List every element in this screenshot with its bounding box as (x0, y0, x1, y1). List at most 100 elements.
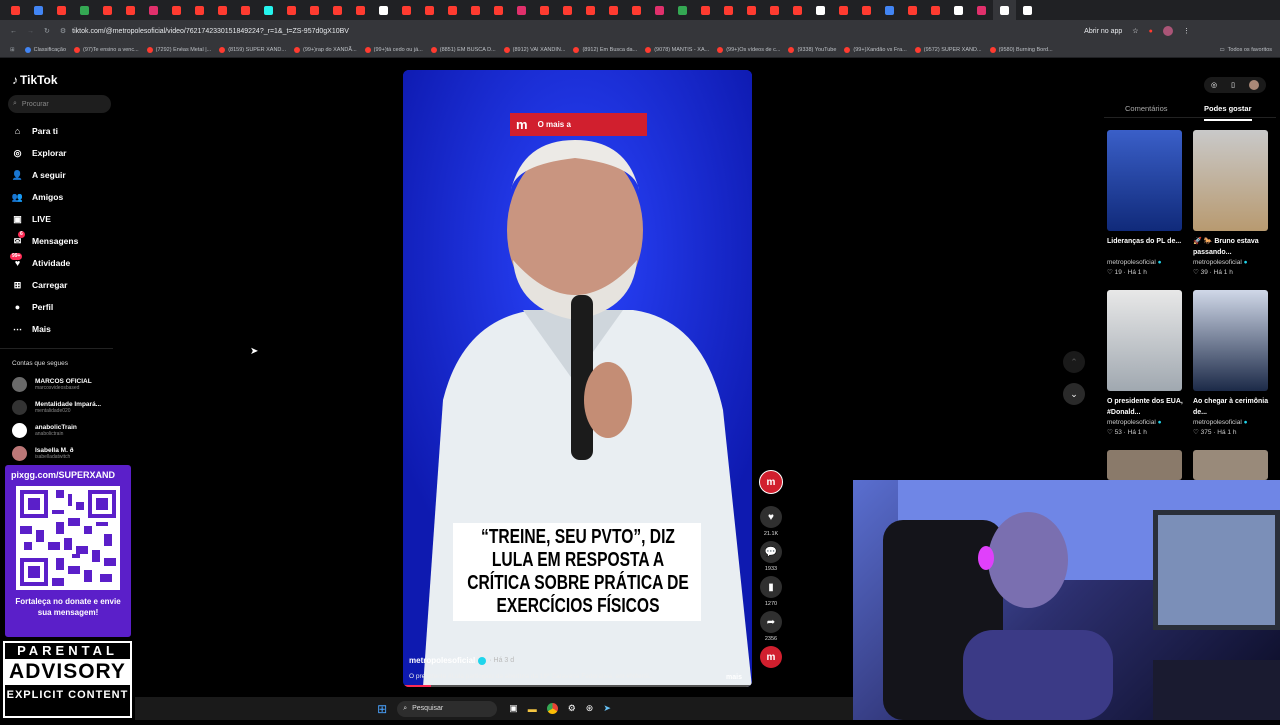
browser-tab[interactable] (464, 0, 487, 20)
bookmark-item[interactable]: (99+)rap do XANDÃ... (294, 46, 357, 53)
browser-tab[interactable] (579, 0, 602, 20)
browser-tab[interactable] (188, 0, 211, 20)
browser-tab[interactable] (763, 0, 786, 20)
suggested-video-card[interactable]: Lideranças do PL de... metropolesoficial … (1107, 130, 1183, 276)
browser-tab[interactable] (418, 0, 441, 20)
browser-tab[interactable] (625, 0, 648, 20)
bookmark-item[interactable]: (7292) Enéas Metal |... (146, 46, 211, 53)
comment-button[interactable]: 💬 1933 (757, 541, 785, 572)
browser-tab[interactable] (832, 0, 855, 20)
nav-item-explorar[interactable]: ◎ Explorar (0, 142, 135, 164)
site-info-icon[interactable]: ⚙ (60, 27, 66, 35)
all-favorites-button[interactable]: ▭ Todos os favoritos (1219, 47, 1272, 53)
following-account[interactable]: Isabella M. ð isabelladatwitch (0, 442, 135, 465)
nav-item-mensagens[interactable]: ✉ Mensagens 6 (0, 230, 135, 252)
browser-tab[interactable] (924, 0, 947, 20)
search-input[interactable]: ⌕ Procurar (8, 95, 111, 113)
browser-tab[interactable] (602, 0, 625, 20)
share-button[interactable]: ➦ 2356 (757, 611, 785, 642)
bookmark-item[interactable]: (8912) Em Busca da... (573, 46, 637, 53)
following-account[interactable]: anabolicTrain anabolictrain (0, 419, 135, 442)
browser-tab[interactable] (947, 0, 970, 20)
more-button[interactable]: mais (726, 674, 742, 681)
user-avatar[interactable] (1248, 80, 1259, 90)
browser-tab[interactable] (671, 0, 694, 20)
browser-tab[interactable] (533, 0, 556, 20)
nav-item-para-ti[interactable]: ⌂ Para ti (0, 120, 135, 142)
bookmark-item[interactable]: (99+)Xandão vs Fra... (844, 46, 907, 53)
bookmark-item[interactable]: (8912) VAI XANDIN... (503, 46, 565, 53)
browser-tab[interactable] (717, 0, 740, 20)
browser-tab[interactable] (234, 0, 257, 20)
back-icon[interactable]: ← (10, 28, 17, 35)
browser-tab[interactable] (142, 0, 165, 20)
browser-tab[interactable] (878, 0, 901, 20)
next-video-button[interactable]: ⌄ (1063, 383, 1085, 405)
browser-tab[interactable] (349, 0, 372, 20)
video-author-link[interactable]: metropolesoficial (409, 656, 475, 665)
browser-tab[interactable] (740, 0, 763, 20)
open-in-app-button[interactable]: Abrir no app (1084, 28, 1122, 35)
browser-tab[interactable] (441, 0, 464, 20)
following-account[interactable]: Mentalidade Impará... mentalidade020 (0, 396, 135, 419)
save-button[interactable]: ▮ 1270 (757, 576, 785, 607)
forward-icon[interactable]: → (27, 28, 34, 35)
windows-start-icon[interactable]: ⊞ (377, 702, 387, 716)
browser-tab[interactable] (1016, 0, 1039, 20)
browser-tab[interactable] (73, 0, 96, 20)
nav-item-a-seguir[interactable]: 👤 A seguir (0, 164, 135, 186)
nav-item-perfil[interactable]: ● Perfil (0, 296, 135, 318)
url-field[interactable]: tiktok.com/@metropolesoficial/video/7621… (72, 28, 1072, 35)
browser-tab[interactable] (50, 0, 73, 20)
browser-tab[interactable] (326, 0, 349, 20)
menu-icon[interactable]: ⋮ (1183, 27, 1190, 35)
bookmark-item[interactable]: (99+)tá cedo ou já... (364, 46, 423, 53)
like-button[interactable]: ♥ 21.1K (757, 506, 785, 537)
suggested-video-card[interactable]: 🚀 🐎 Bruno estava passando... metropolesof… (1193, 130, 1269, 276)
bookmark-item[interactable]: (9572) SUPER XAND... (914, 46, 982, 53)
browser-tab[interactable] (372, 0, 395, 20)
browser-tab[interactable] (165, 0, 188, 20)
browser-tab[interactable] (487, 0, 510, 20)
author-avatar-button[interactable]: m (757, 470, 785, 494)
browser-tab[interactable] (280, 0, 303, 20)
browser-tab[interactable] (993, 0, 1016, 20)
browser-tab[interactable] (96, 0, 119, 20)
bookmark-item[interactable]: Classificação (24, 46, 66, 53)
browser-tab[interactable] (809, 0, 832, 20)
tiktok-logo[interactable]: ♪ TikTok (0, 58, 135, 88)
tab-suggestions[interactable]: Podes gostar (1204, 104, 1252, 121)
bookmark-item[interactable]: (97)Te ensino a venc... (74, 46, 139, 53)
nav-item-carregar[interactable]: ⊞ Carregar (0, 274, 135, 296)
bookmark-item[interactable]: (9338) YouTube (788, 46, 836, 53)
settings-icon[interactable]: ⚙ (568, 703, 576, 714)
suggested-video-card[interactable]: O presidente dos EUA, #Donald... metropol… (1107, 290, 1183, 436)
following-account[interactable]: MARCOS OFICIAL marcosvideosbased (0, 373, 135, 396)
browser-tab[interactable] (786, 0, 809, 20)
browser-tab[interactable] (303, 0, 326, 20)
apps-icon[interactable]: ⊞ (10, 47, 15, 53)
chrome-icon[interactable] (546, 703, 558, 714)
app-icon[interactable]: ⊛ (586, 703, 594, 714)
video-player[interactable]: m O mais a “TREINE, SEU PVTO”, DIZ LULA … (403, 70, 752, 687)
music-disc-button[interactable]: m (757, 646, 785, 668)
nav-item-live[interactable]: ▣ LIVE (0, 208, 135, 230)
task-view-icon[interactable]: ▣ (509, 703, 518, 714)
extension-icon[interactable]: ● (1149, 28, 1153, 35)
browser-tab[interactable] (901, 0, 924, 20)
steam-icon[interactable]: ➤ (603, 703, 611, 714)
profile-avatar[interactable] (1162, 26, 1173, 36)
bookmark-item[interactable]: (99+)Os vídeos de c... (717, 46, 780, 53)
suggested-video-card[interactable]: Ao chegar à cerimônia de... metropolesofi… (1193, 290, 1269, 436)
tab-comments[interactable]: Comentários (1125, 104, 1168, 113)
bookmark-star-icon[interactable]: ☆ (1132, 27, 1138, 35)
compass-icon[interactable]: ◎ (1211, 81, 1217, 89)
browser-tab[interactable] (970, 0, 993, 20)
browser-tab[interactable] (648, 0, 671, 20)
browser-tab[interactable] (510, 0, 533, 20)
video-thumbnail[interactable] (1193, 450, 1268, 480)
bookmark-item[interactable]: (9078) MANTIS - XA... (645, 46, 709, 53)
reload-icon[interactable]: ↻ (44, 27, 50, 35)
device-icon[interactable]: ▯ (1231, 81, 1235, 89)
browser-tab[interactable] (855, 0, 878, 20)
